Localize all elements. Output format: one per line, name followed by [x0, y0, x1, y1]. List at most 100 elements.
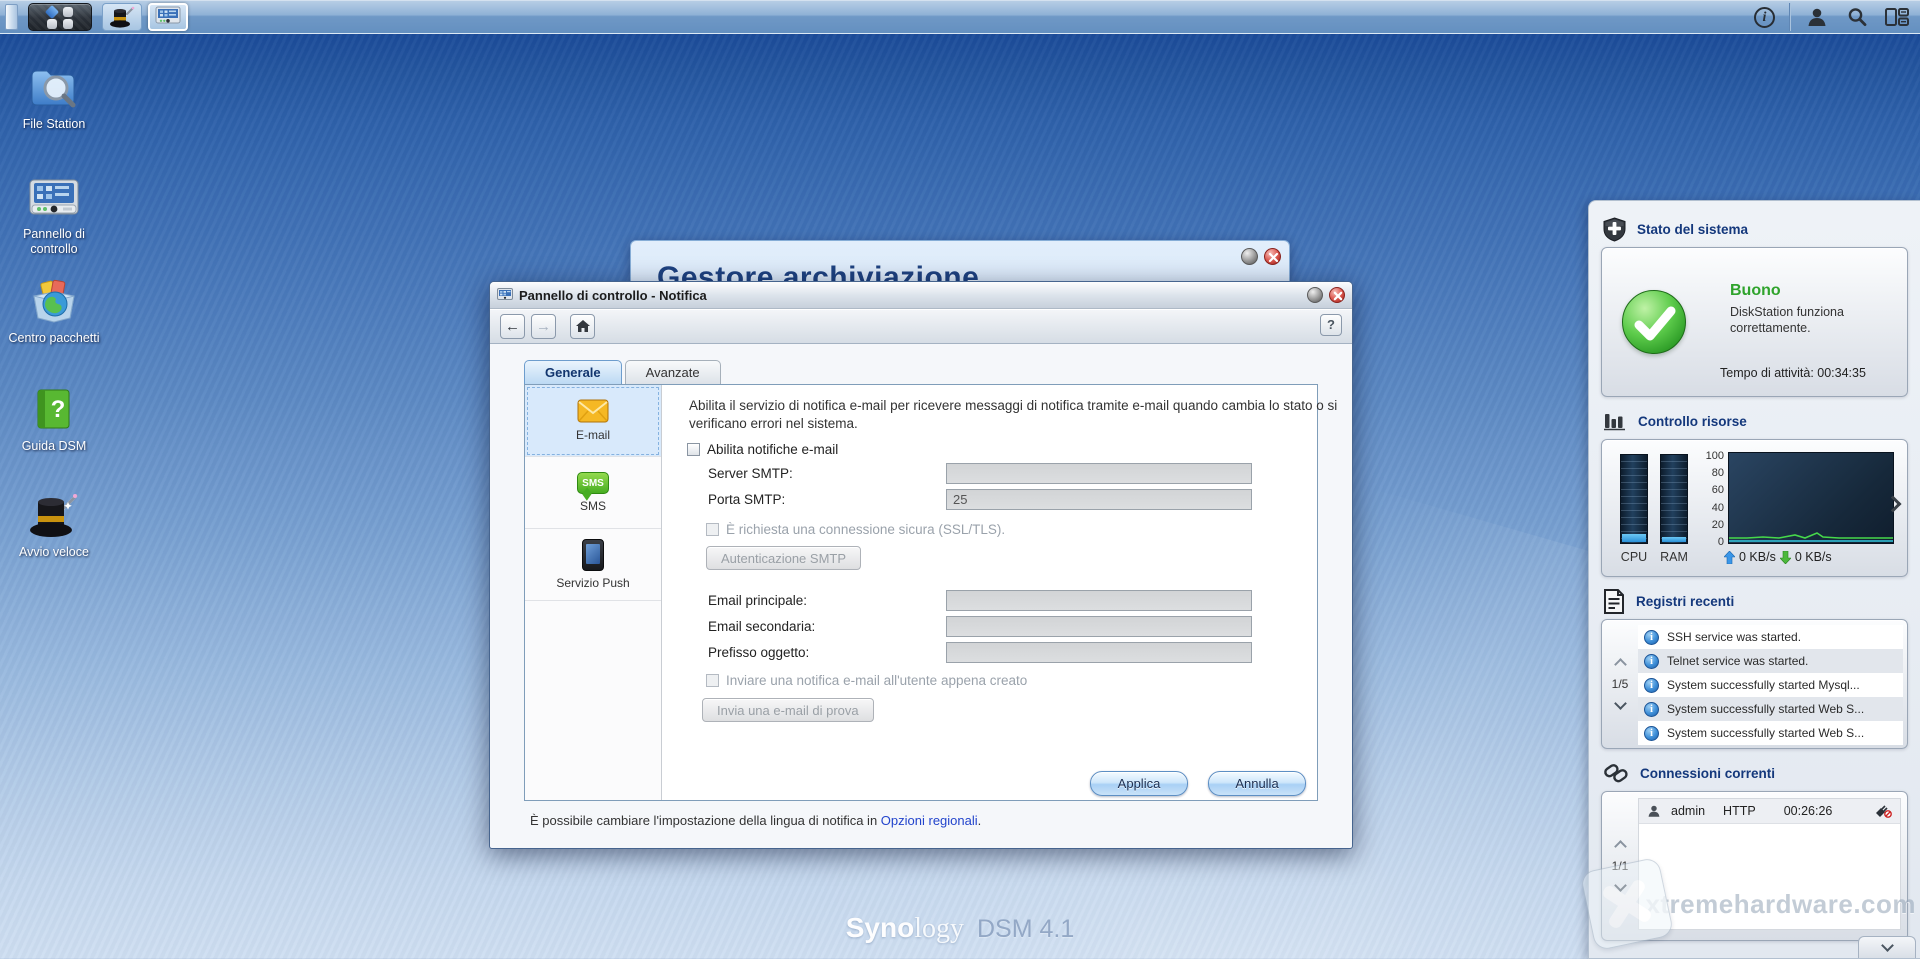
- log-row[interactable]: Telnet service was started.: [1638, 649, 1903, 673]
- desktop-icon-control-panel[interactable]: Pannello di controllo: [4, 172, 104, 257]
- tab-avanzate[interactable]: Avanzate: [624, 360, 721, 384]
- desktop-icon-package-center[interactable]: Centro pacchetti: [4, 276, 104, 346]
- close-button[interactable]: [1264, 248, 1281, 265]
- back-button[interactable]: [500, 314, 525, 339]
- connection-row[interactable]: admin HTTP 00:26:26: [1639, 799, 1900, 824]
- help-book-icon: ?: [37, 389, 70, 429]
- connection-user: admin: [1671, 804, 1706, 818]
- log-list: SSH service was started. Telnet service …: [1638, 625, 1903, 745]
- subject-prefix-input[interactable]: [946, 642, 1252, 663]
- control-panel-icon: [155, 6, 181, 24]
- minimize-button[interactable]: [1307, 287, 1323, 303]
- info-icon: [1644, 653, 1659, 669]
- sidebar-item-label: E-mail: [575, 428, 610, 442]
- download-speed: 0 KB/s: [1794, 550, 1832, 564]
- widget-title: Connessioni correnti: [1640, 765, 1776, 781]
- home-button[interactable]: [570, 314, 595, 339]
- dsm-version: DSM 4.1: [976, 915, 1075, 943]
- magic-hat-icon: [110, 6, 135, 28]
- taskbar-control-panel-button[interactable]: [148, 3, 188, 31]
- kill-connection-icon[interactable]: [1875, 804, 1892, 818]
- cpu-meter-fill: [1622, 534, 1646, 542]
- dialog-titlebar[interactable]: Pannello di controllo - Notifica: [490, 282, 1352, 309]
- info-icon: [1644, 629, 1659, 645]
- smtp-port-input[interactable]: [946, 489, 1252, 510]
- user-menu-button[interactable]: [1800, 3, 1834, 31]
- notify-new-user-label: Inviare una notifica e-mail all'utente a…: [726, 673, 1028, 688]
- smtp-port-label: Porta SMTP:: [708, 492, 786, 507]
- logs-pager: 1/5: [1602, 620, 1638, 748]
- desktop-icon-label: Guida DSM: [21, 439, 87, 453]
- pager-value: 1/1: [1611, 859, 1629, 873]
- taskbar-quick-start-button[interactable]: [102, 3, 142, 31]
- connections-list: admin HTTP 00:26:26: [1638, 798, 1901, 930]
- control-panel-icon: [29, 179, 79, 215]
- close-button[interactable]: [1329, 287, 1345, 303]
- regional-options-link[interactable]: Opzioni regionali: [881, 813, 978, 828]
- tab-generale[interactable]: Generale: [524, 360, 622, 384]
- push-service-icon: [582, 539, 604, 571]
- pager-down-icon[interactable]: [1613, 879, 1627, 892]
- recent-logs-card: 1/5 SSH service was started. Telnet serv…: [1601, 619, 1908, 749]
- smtp-server-input[interactable]: [946, 463, 1252, 484]
- widget-title: Registri recenti: [1636, 593, 1735, 609]
- desktop-icon-label: Pannello di controllo: [23, 227, 85, 256]
- user-icon: [1648, 805, 1660, 817]
- log-row[interactable]: System successfully started Web S...: [1638, 721, 1903, 745]
- desktop-icon-file-station[interactable]: File Station: [4, 62, 104, 132]
- log-row[interactable]: System successfully started Web S...: [1638, 697, 1903, 721]
- secondary-email-input[interactable]: [946, 616, 1252, 637]
- notify-new-user-checkbox[interactable]: [706, 674, 719, 687]
- dialog-title: Pannello di controllo - Notifica: [519, 287, 707, 303]
- taskbar: [0, 0, 1920, 34]
- send-test-email-button[interactable]: Invia una e-mail di prova: [702, 698, 874, 722]
- apply-button[interactable]: Applica: [1090, 771, 1188, 796]
- pager-up-icon[interactable]: [1613, 840, 1627, 853]
- widget-panel: Stato del sistema Buono DiskStation funz…: [1579, 200, 1920, 959]
- user-icon: [1808, 8, 1826, 26]
- chevron-down-icon: [1880, 939, 1894, 952]
- desktop-icon-label: Avvio veloce: [19, 545, 89, 559]
- main-menu-button[interactable]: [28, 3, 92, 31]
- secondary-email-label: Email secondaria:: [708, 619, 816, 634]
- widgets-icon: [1885, 8, 1909, 26]
- smtp-auth-button[interactable]: Autenticazione SMTP: [706, 546, 862, 570]
- connection-protocol: HTTP: [1723, 804, 1756, 818]
- logo-syno: Syno: [845, 912, 915, 943]
- help-button[interactable]: ?: [1320, 314, 1342, 336]
- connections-header: Connessioni correnti: [1589, 757, 1920, 789]
- sidebar-item-push-service[interactable]: Servizio Push: [525, 529, 661, 601]
- pager-down-icon[interactable]: [1613, 697, 1627, 710]
- network-axis: 100 80 60 40 20 0: [1705, 450, 1724, 549]
- sidebar-item-email[interactable]: E-mail: [525, 385, 661, 457]
- shield-icon: [1603, 216, 1626, 242]
- logo-logy: logy: [914, 913, 964, 944]
- desktop-icon-quick-start[interactable]: Avvio veloce: [4, 490, 104, 560]
- upload-arrow-icon: [1724, 550, 1735, 564]
- dsm-logo: Syno logy DSM 4.1: [846, 912, 1075, 945]
- ram-label: RAM: [1660, 550, 1688, 564]
- primary-email-input[interactable]: [946, 590, 1252, 611]
- cpu-meter: [1620, 454, 1648, 544]
- minimize-button[interactable]: [1241, 248, 1258, 265]
- system-status-card: Buono DiskStation funziona correttamente…: [1601, 247, 1908, 397]
- pilot-view-button[interactable]: [1880, 3, 1914, 31]
- forward-button[interactable]: [531, 314, 556, 339]
- magic-hat-icon: [30, 494, 78, 537]
- cancel-button[interactable]: Annulla: [1208, 771, 1306, 796]
- bar-chart-icon: [1604, 414, 1625, 431]
- control-panel-window-icon: [497, 287, 513, 300]
- secure-connection-checkbox[interactable]: [706, 523, 719, 536]
- panel-collapse-tab[interactable]: [1858, 936, 1916, 958]
- pager-up-icon[interactable]: [1613, 658, 1627, 671]
- search-button[interactable]: [1840, 3, 1874, 31]
- show-desktop-button[interactable]: [5, 4, 18, 30]
- info-icon[interactable]: [1754, 6, 1775, 28]
- upload-speed: 0 KB/s: [1739, 550, 1776, 564]
- network-chart: [1728, 452, 1894, 544]
- desktop-icon-dsm-help[interactable]: ? Guida DSM: [4, 384, 104, 454]
- log-row[interactable]: System successfully started Mysql...: [1638, 673, 1903, 697]
- sidebar-item-sms[interactable]: SMS SMS: [525, 457, 661, 529]
- enable-email-checkbox[interactable]: [687, 443, 700, 456]
- log-row[interactable]: SSH service was started.: [1638, 625, 1903, 649]
